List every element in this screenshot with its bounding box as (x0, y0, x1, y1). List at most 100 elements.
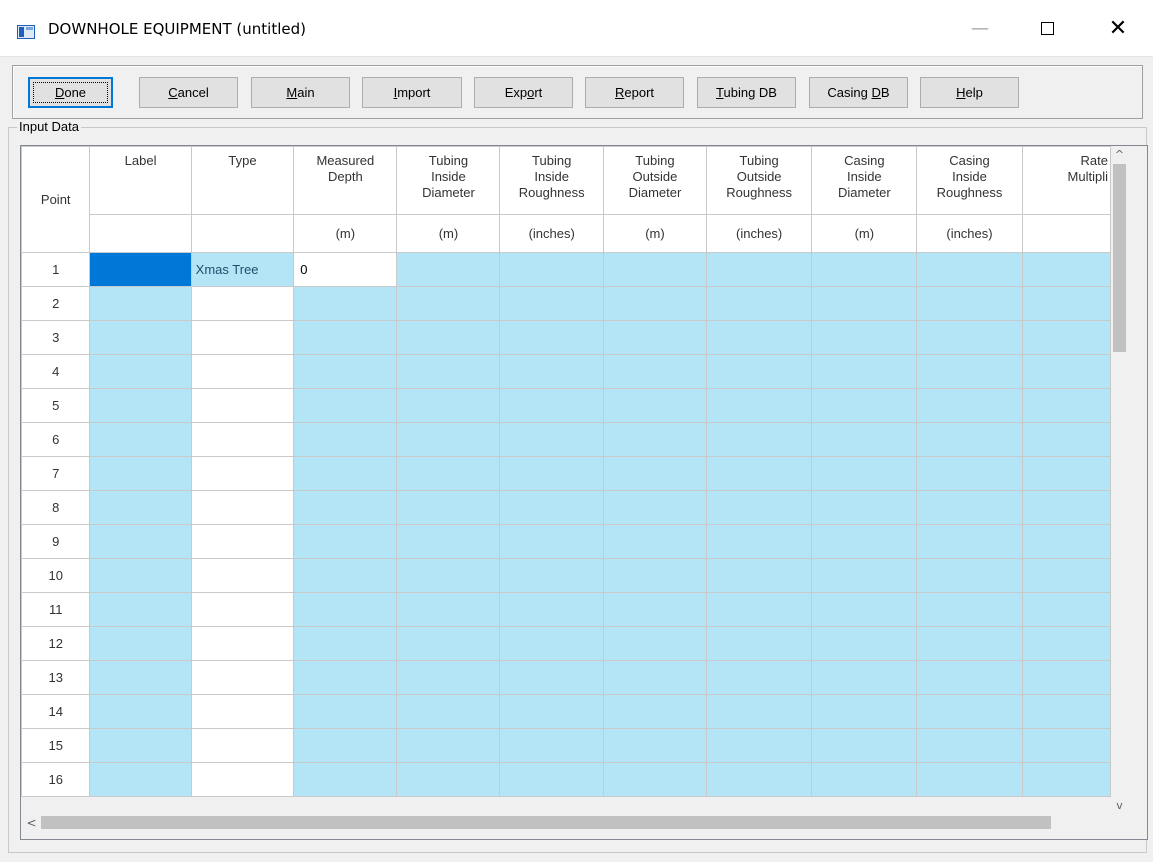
measured-depth-cell[interactable] (293, 660, 398, 695)
data-cell[interactable] (1021, 286, 1111, 321)
type-cell[interactable] (190, 286, 295, 321)
label-cell[interactable] (89, 694, 192, 729)
data-cell[interactable] (811, 558, 918, 593)
type-cell[interactable]: Xmas Tree (190, 252, 295, 287)
data-cell[interactable] (499, 660, 604, 695)
data-cell[interactable] (396, 728, 501, 763)
data-cell[interactable] (705, 524, 813, 559)
row-number[interactable]: 7 (21, 456, 91, 491)
casing-db-button[interactable]: Casing DB (809, 77, 908, 108)
data-cell[interactable] (916, 728, 1023, 763)
maximize-button[interactable] (1024, 8, 1070, 48)
label-cell[interactable] (89, 558, 192, 593)
column-header[interactable]: Label (89, 146, 192, 215)
scroll-down-icon[interactable]: v (1111, 797, 1128, 814)
data-cell[interactable] (811, 524, 918, 559)
report-button[interactable]: Report (585, 77, 684, 108)
column-header[interactable]: Tubing Outside Diameter (602, 146, 707, 215)
data-cell[interactable] (1021, 388, 1111, 423)
data-cell[interactable] (396, 660, 501, 695)
horizontal-scrollbar[interactable]: < > (21, 814, 1128, 831)
help-button[interactable]: Help (920, 77, 1019, 108)
row-number[interactable]: 11 (21, 592, 91, 627)
type-cell[interactable] (190, 320, 295, 355)
data-cell[interactable] (602, 456, 707, 491)
label-cell[interactable] (89, 490, 192, 525)
data-cell[interactable] (602, 524, 707, 559)
row-number[interactable]: 8 (21, 490, 91, 525)
data-cell[interactable] (396, 490, 501, 525)
horizontal-scroll-thumb[interactable] (41, 816, 1051, 829)
data-cell[interactable] (499, 626, 604, 661)
data-cell[interactable] (1021, 626, 1111, 661)
row-number[interactable]: 12 (21, 626, 91, 661)
type-cell[interactable] (190, 694, 295, 729)
label-cell[interactable] (89, 660, 192, 695)
data-cell[interactable] (916, 456, 1023, 491)
row-number[interactable]: 15 (21, 728, 91, 763)
tubing-db-button[interactable]: Tubing DB (697, 77, 796, 108)
data-cell[interactable] (396, 592, 501, 627)
data-cell[interactable] (602, 558, 707, 593)
close-button[interactable]: ✕ (1095, 8, 1141, 48)
type-cell[interactable] (190, 660, 295, 695)
data-cell[interactable] (916, 286, 1023, 321)
data-cell[interactable] (602, 694, 707, 729)
type-cell[interactable] (190, 388, 295, 423)
row-number[interactable]: 2 (21, 286, 91, 321)
row-number[interactable]: 6 (21, 422, 91, 457)
app-icon[interactable] (17, 25, 35, 39)
data-cell[interactable] (916, 388, 1023, 423)
label-cell[interactable] (89, 422, 192, 457)
measured-depth-cell[interactable] (293, 422, 398, 457)
row-number[interactable]: 16 (21, 762, 91, 797)
measured-depth-cell[interactable] (293, 728, 398, 763)
data-cell[interactable] (916, 354, 1023, 389)
data-cell[interactable] (811, 422, 918, 457)
data-cell[interactable] (396, 524, 501, 559)
data-cell[interactable] (602, 320, 707, 355)
data-cell[interactable] (1021, 354, 1111, 389)
data-cell[interactable] (396, 694, 501, 729)
column-header[interactable]: Point (21, 146, 91, 253)
label-cell[interactable] (89, 388, 192, 423)
column-header[interactable]: Type (190, 146, 295, 215)
data-cell[interactable] (916, 252, 1023, 287)
data-cell[interactable] (499, 252, 604, 287)
data-cell[interactable] (602, 592, 707, 627)
label-cell[interactable] (89, 524, 192, 559)
data-cell[interactable] (396, 422, 501, 457)
data-cell[interactable] (396, 388, 501, 423)
data-cell[interactable] (811, 388, 918, 423)
measured-depth-cell[interactable] (293, 456, 398, 491)
measured-depth-cell[interactable] (293, 762, 398, 797)
data-cell[interactable] (811, 286, 918, 321)
data-cell[interactable] (1021, 762, 1111, 797)
data-cell[interactable] (705, 388, 813, 423)
data-cell[interactable] (499, 422, 604, 457)
row-number[interactable]: 13 (21, 660, 91, 695)
measured-depth-cell[interactable] (293, 524, 398, 559)
data-cell[interactable] (499, 728, 604, 763)
data-cell[interactable] (1021, 524, 1111, 559)
data-cell[interactable] (811, 626, 918, 661)
data-cell[interactable] (705, 592, 813, 627)
data-cell[interactable] (705, 320, 813, 355)
data-cell[interactable] (396, 286, 501, 321)
data-cell[interactable] (811, 456, 918, 491)
data-cell[interactable] (602, 422, 707, 457)
data-cell[interactable] (705, 660, 813, 695)
data-cell[interactable] (602, 388, 707, 423)
export-button[interactable]: Export (474, 77, 573, 108)
row-number[interactable]: 3 (21, 320, 91, 355)
data-cell[interactable] (916, 524, 1023, 559)
data-cell[interactable] (811, 252, 918, 287)
data-cell[interactable] (499, 592, 604, 627)
data-cell[interactable] (705, 626, 813, 661)
measured-depth-cell[interactable] (293, 490, 398, 525)
data-cell[interactable] (916, 626, 1023, 661)
data-cell[interactable] (1021, 558, 1111, 593)
type-cell[interactable] (190, 592, 295, 627)
measured-depth-cell[interactable] (293, 592, 398, 627)
column-header[interactable]: Tubing Outside Roughness (705, 146, 813, 215)
